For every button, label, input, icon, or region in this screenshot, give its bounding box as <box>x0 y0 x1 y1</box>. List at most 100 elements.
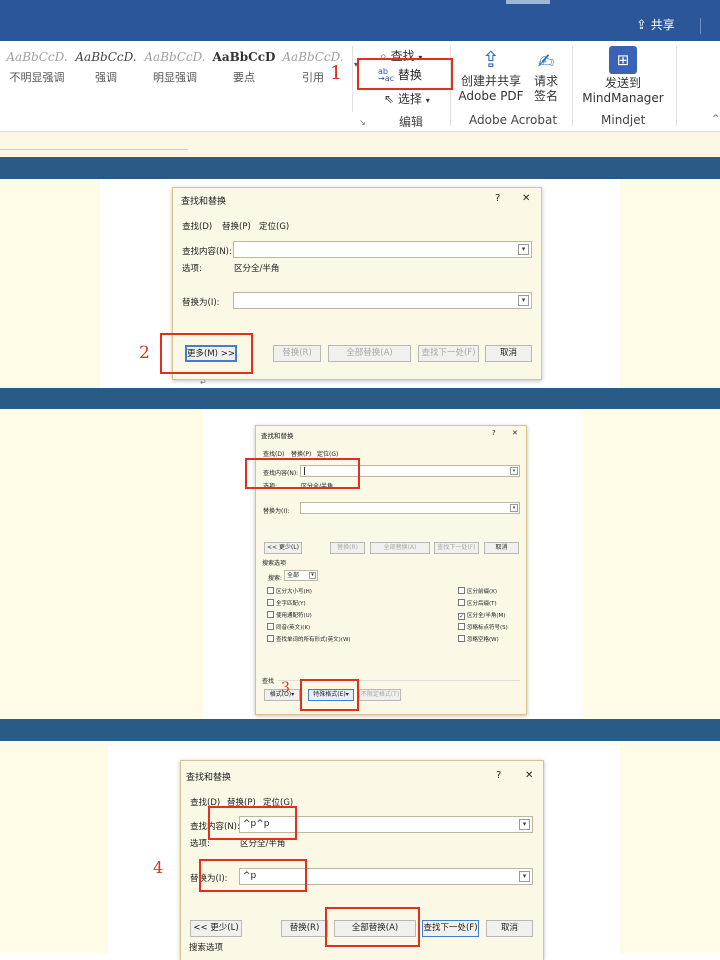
chevron-down-icon[interactable]: ▾ <box>309 572 316 579</box>
blue-separator <box>0 157 720 179</box>
replace-all-button[interactable]: 全部替换(A) <box>328 345 411 362</box>
style-name: 明显强调 <box>153 71 197 84</box>
style-gallery-item[interactable]: AaBbCcD 要点 <box>211 50 277 85</box>
annotation-box-find-value <box>208 806 297 840</box>
find-input[interactable]: ▾ <box>233 241 532 258</box>
chevron-down-icon[interactable]: ▾ <box>519 819 530 830</box>
find-next-button[interactable]: 查找下一处(F) <box>434 542 479 554</box>
cancel-button[interactable]: 取消 <box>484 542 519 554</box>
replace-button[interactable]: 替换(R) <box>273 345 321 362</box>
chevron-down-icon[interactable]: ▾ <box>510 467 518 475</box>
paragraph-mark: ↵ <box>200 378 207 387</box>
style-gallery-item[interactable]: AaBbCcD. 明显强调 <box>142 50 208 85</box>
style-name: 要点 <box>233 71 255 84</box>
close-icon[interactable]: ✕ <box>522 193 530 204</box>
search-option-checkbox[interactable]: ✓ 区分全/半角(M) <box>458 610 508 622</box>
chevron-down-icon[interactable]: ▾ <box>518 244 529 255</box>
mindmanager-icon: ⊞ <box>609 46 637 74</box>
checkbox-icon[interactable] <box>267 611 274 618</box>
style-sample: AaBbCcD. <box>6 50 68 64</box>
replace-label: 替换为(I): <box>182 298 220 308</box>
replace-input[interactable]: ▾ <box>300 502 520 514</box>
checkbox-icon[interactable] <box>267 599 274 606</box>
checkbox-icon[interactable]: ✓ <box>458 613 465 620</box>
annotation-number-4: 4 <box>153 858 164 877</box>
tab-goto[interactable]: 定位(G) <box>317 449 338 458</box>
chevron-down-icon[interactable]: ▾ <box>519 871 530 882</box>
signature-icon: ✍ <box>537 49 555 73</box>
checkbox-icon[interactable] <box>458 587 465 594</box>
replace-button[interactable]: 替换(R) <box>281 920 328 937</box>
share-button[interactable]: ⇪ 共享 <box>636 16 675 36</box>
tab-replace[interactable]: 替换(P) <box>291 449 311 458</box>
search-option-checkbox[interactable]: 忽略标点符号(S) <box>458 622 508 634</box>
annotation-box-special <box>300 679 359 711</box>
less-button[interactable]: << 更少(L) <box>190 920 242 937</box>
cursor-icon: ⇖ <box>384 92 395 106</box>
left-checkbox-list: 区分大小写(H) 全字匹配(Y) 使用通配符(U) 同音(英文)(K) 查找单词的所有形… <box>267 586 351 646</box>
search-option-checkbox[interactable]: 查找单词的所有形式(英文)(W) <box>267 634 351 646</box>
close-icon[interactable]: ✕ <box>512 429 518 437</box>
checkbox-icon[interactable] <box>458 623 465 630</box>
search-option-checkbox[interactable]: 区分大小写(H) <box>267 586 351 598</box>
create-pdf-button[interactable]: ⇪ 创建并共享 Adobe PDF <box>458 48 524 104</box>
search-options-heading: 搜索选项 <box>262 560 287 567</box>
tab-find[interactable]: 查找(D) <box>182 220 212 232</box>
help-button[interactable]: ? <box>495 193 500 204</box>
less-button[interactable]: << 更少(L) <box>264 542 302 554</box>
search-label: 搜索: <box>268 575 283 582</box>
style-gallery-item[interactable]: AaBbCcD. 不明显强调 <box>4 50 70 85</box>
checkbox-label: 使用通配符(U) <box>276 613 312 619</box>
replace-input[interactable]: ▾ <box>233 292 532 309</box>
search-option-checkbox[interactable]: 同音(英文)(K) <box>267 622 351 634</box>
search-option-checkbox[interactable]: 使用通配符(U) <box>267 610 351 622</box>
annotation-box-more <box>160 333 253 374</box>
close-icon[interactable]: ✕ <box>525 770 533 781</box>
annotation-number-3: 3 <box>281 680 290 696</box>
checkbox-icon[interactable] <box>458 635 465 642</box>
chevron-down-icon[interactable]: ▾ <box>510 504 518 512</box>
select-button[interactable]: ⇖ 选择 ▾ <box>384 90 430 107</box>
style-gallery: AaBbCcD. 不明显强调 AaBbCcD. 强调 AaBbCcD. 明显强调 AaBbC… <box>0 50 360 100</box>
cancel-button[interactable]: 取消 <box>485 345 532 362</box>
tab-goto[interactable]: 定位(G) <box>259 220 289 232</box>
replace-button[interactable]: 替换(R) <box>330 542 365 554</box>
checkbox-label: 忽略标点符号(S) <box>467 625 508 631</box>
search-option-checkbox[interactable]: 区分前缀(X) <box>458 586 508 598</box>
checkbox-icon[interactable] <box>458 599 465 606</box>
send-to-mindmanager-button[interactable]: ⊞ 发送到 MindManager <box>580 46 666 106</box>
style-gallery-item[interactable]: AaBbCcD. 强调 <box>73 50 139 85</box>
options-value: 区分全/半角 <box>234 264 280 274</box>
search-option-checkbox[interactable]: 忽略空格(W) <box>458 634 508 646</box>
help-button[interactable]: ? <box>492 429 496 437</box>
tab-replace[interactable]: 替换(P) <box>222 220 251 232</box>
share-label: 共享 <box>650 18 675 32</box>
acrobat-group-label: Adobe Acrobat <box>469 113 558 127</box>
chevron-down-icon[interactable]: ▾ <box>518 295 529 306</box>
search-option-checkbox[interactable]: 区分后缀(T) <box>458 598 508 610</box>
page-top-edge <box>0 149 188 150</box>
checkbox-icon[interactable] <box>267 635 274 642</box>
checkbox-icon[interactable] <box>267 587 274 594</box>
find-next-button[interactable]: 查找下一处(F) <box>418 345 479 362</box>
collapse-ribbon-icon[interactable]: ^ <box>712 114 720 124</box>
cancel-button[interactable]: 取消 <box>486 920 533 937</box>
blue-separator <box>0 388 720 409</box>
checkbox-icon[interactable] <box>267 623 274 630</box>
style-sample: AaBbCcD <box>212 50 276 64</box>
checkbox-label: 区分后缀(T) <box>467 601 497 607</box>
replace-label: 替换为(I): <box>263 508 290 515</box>
help-button[interactable]: ? <box>496 770 501 781</box>
find-next-button[interactable]: 查找下一处(F) <box>422 920 479 937</box>
request-signature-button[interactable]: ✍ 请求 签名 <box>528 48 564 104</box>
no-format-button[interactable]: 不限定格式(T) <box>359 689 401 701</box>
search-option-checkbox[interactable]: 全字匹配(Y) <box>267 598 351 610</box>
group-divider <box>676 46 677 126</box>
style-sample: AaBbCcD. <box>144 50 206 64</box>
annotation-box-replace-value <box>199 859 307 892</box>
search-scope-select[interactable]: 全部 ▾ <box>284 570 318 581</box>
annotation-box-replace-all <box>325 907 420 947</box>
gallery-launcher-icon[interactable]: ↘ <box>359 118 366 127</box>
replace-all-button[interactable]: 全部替换(A) <box>370 542 430 554</box>
tab-find[interactable]: 查找(D) <box>263 449 284 458</box>
